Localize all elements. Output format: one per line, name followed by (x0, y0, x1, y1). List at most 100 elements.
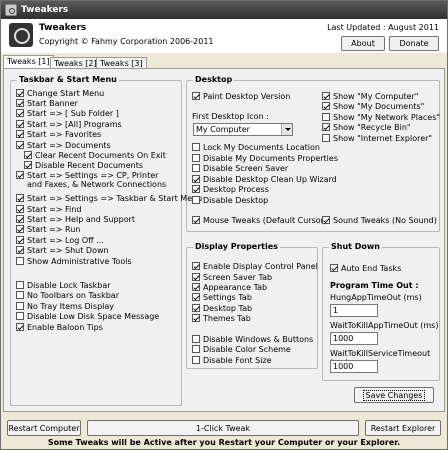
checkbox-box[interactable] (192, 185, 200, 193)
checkbox-box[interactable] (192, 345, 200, 353)
checkbox-box[interactable] (16, 225, 24, 233)
taskbar-item-checkbox[interactable]: Start Banner (16, 99, 78, 108)
taskbar-item-checkbox[interactable]: Start => Run (16, 225, 80, 234)
display-option-checkbox[interactable]: Disable Font Size (192, 356, 272, 365)
checkbox-box[interactable] (192, 283, 200, 291)
checkbox-box[interactable] (192, 164, 200, 172)
restart-explorer-button[interactable]: Restart Explorer (365, 420, 441, 436)
taskbar-item-checkbox[interactable]: Clear Recent Documents On Exit (24, 151, 166, 160)
sound-tweaks-checkbox[interactable]: Sound Tweaks (No Sound) (322, 216, 437, 225)
desktop-option-checkbox[interactable]: Lock My Documents Location (192, 143, 320, 152)
taskbar-item-checkbox[interactable]: Start => Log Off ... (16, 236, 104, 245)
paint-desktop-version-checkbox[interactable]: Paint Desktop Version (192, 92, 290, 101)
desktop-option-checkbox[interactable]: Disable Screen Saver (192, 164, 288, 173)
display-option-checkbox[interactable]: Disable Color Scheme (192, 345, 291, 354)
checkbox-box[interactable] (192, 335, 200, 343)
taskbar-item-checkbox[interactable]: Start => Find (16, 205, 81, 214)
restart-computer-button[interactable]: Restart Computer (7, 420, 81, 436)
checkbox-box[interactable] (192, 356, 200, 364)
title-bar[interactable]: Tweakers (1, 1, 447, 19)
checkbox-box[interactable] (192, 92, 200, 100)
desktop-icon-show-checkbox[interactable]: Show "My Documents" (322, 102, 424, 111)
wait-kill-app-timeout-input[interactable]: 1000 (330, 332, 378, 345)
taskbar-item-checkbox[interactable]: Show Administrative Tools (16, 257, 132, 266)
desktop-icon-show-checkbox[interactable]: Show "Recycle Bin" (322, 123, 411, 132)
wait-kill-service-timeout-input[interactable]: 1000 (330, 360, 378, 373)
checkbox-box[interactable] (192, 175, 200, 183)
taskbar-item-checkbox[interactable]: Start => Favorites (16, 130, 101, 139)
taskbar-item-checkbox[interactable]: Start => Settings => Taskbar & Start Men… (16, 194, 202, 203)
checkbox-box[interactable] (16, 257, 24, 265)
taskbar-item-checkbox[interactable]: No Tray Items Display (16, 302, 114, 311)
display-option-checkbox[interactable]: Appearance Tab (192, 283, 267, 292)
checkbox-box[interactable] (192, 196, 200, 204)
checkbox-box[interactable] (192, 154, 200, 162)
checkbox-box[interactable] (322, 134, 330, 142)
checkbox-box[interactable] (192, 314, 200, 322)
desktop-option-checkbox[interactable]: Disable Desktop (192, 196, 268, 205)
display-option-checkbox[interactable]: Disable Windows & Buttons (192, 335, 313, 344)
checkbox-box[interactable] (16, 99, 24, 107)
tab-tweaks-1[interactable]: Tweaks [1] (3, 55, 54, 69)
checkbox-box[interactable] (330, 264, 338, 272)
checkbox-box[interactable] (24, 151, 32, 159)
taskbar-item-checkbox[interactable]: Disable Lock Taskbar (16, 281, 111, 290)
taskbar-item-checkbox[interactable]: Start => Settings => CP, Printer and Fax… (16, 171, 172, 189)
checkbox-box[interactable] (16, 130, 24, 138)
display-option-checkbox[interactable]: Enable Display Control Panel (192, 262, 318, 271)
taskbar-item-checkbox[interactable]: Disable Low Disk Space Message (16, 312, 159, 321)
checkbox-box[interactable] (192, 143, 200, 151)
taskbar-item-checkbox[interactable]: Disable Recent Documents (24, 161, 143, 170)
checkbox-box[interactable] (16, 246, 24, 254)
checkbox-box[interactable] (322, 102, 330, 110)
checkbox-box[interactable] (192, 216, 200, 224)
checkbox-box[interactable] (16, 302, 24, 310)
desktop-option-checkbox[interactable]: Disable My Documents Properties (192, 154, 338, 163)
mouse-tweaks-checkbox[interactable]: Mouse Tweaks (Default Cursor) (192, 216, 327, 225)
first-desktop-icon-select[interactable]: My Computer (193, 123, 293, 136)
taskbar-item-checkbox[interactable]: Start => [All] Programs (16, 120, 122, 129)
checkbox-box[interactable] (16, 323, 24, 331)
hung-app-timeout-input[interactable]: 1 (330, 304, 378, 317)
checkbox-box[interactable] (16, 281, 24, 289)
save-changes-button[interactable]: Save Changes (354, 387, 434, 403)
checkbox-box[interactable] (322, 92, 330, 100)
chevron-down-icon[interactable] (281, 124, 292, 135)
display-option-checkbox[interactable]: Screen Saver Tab (192, 273, 272, 282)
taskbar-item-checkbox[interactable]: Change Start Menu (16, 89, 104, 98)
checkbox-box[interactable] (16, 171, 24, 179)
checkbox-box[interactable] (16, 141, 24, 149)
desktop-icon-show-checkbox[interactable]: Show "My Network Places" (322, 113, 440, 122)
checkbox-box[interactable] (16, 205, 24, 213)
auto-end-tasks-checkbox[interactable]: Auto End Tasks (330, 264, 401, 273)
one-click-tweak-button[interactable]: 1-Click Tweak (87, 420, 359, 436)
taskbar-item-checkbox[interactable]: Enable Baloon Tips (16, 323, 103, 332)
checkbox-box[interactable] (192, 262, 200, 270)
taskbar-item-checkbox[interactable]: No Toolbars on Taskbar (16, 291, 119, 300)
taskbar-item-checkbox[interactable]: Start => Documents (16, 141, 111, 150)
checkbox-box[interactable] (322, 216, 330, 224)
checkbox-box[interactable] (16, 312, 24, 320)
checkbox-box[interactable] (16, 89, 24, 97)
display-option-checkbox[interactable]: Themes Tab (192, 314, 251, 323)
checkbox-box[interactable] (192, 273, 200, 281)
checkbox-box[interactable] (16, 215, 24, 223)
desktop-icon-show-checkbox[interactable]: Show "Internet Explorer" (322, 134, 432, 143)
desktop-option-checkbox[interactable]: Desktop Process (192, 185, 269, 194)
display-option-checkbox[interactable]: Settings Tab (192, 293, 252, 302)
checkbox-box[interactable] (16, 236, 24, 244)
desktop-icon-show-checkbox[interactable]: Show "My Computer" (322, 92, 418, 101)
checkbox-box[interactable] (16, 120, 24, 128)
checkbox-box[interactable] (16, 194, 24, 202)
taskbar-item-checkbox[interactable]: Start => Help and Support (16, 215, 135, 224)
desktop-option-checkbox[interactable]: Disable Desktop Clean Up Wizard (192, 175, 337, 184)
checkbox-box[interactable] (192, 304, 200, 312)
checkbox-box[interactable] (16, 291, 24, 299)
taskbar-item-checkbox[interactable]: Start => [ Sub Folder ] (16, 109, 119, 118)
checkbox-box[interactable] (24, 161, 32, 169)
display-option-checkbox[interactable]: Desktop Tab (192, 304, 252, 313)
taskbar-item-checkbox[interactable]: Start => Shut Down (16, 246, 109, 255)
checkbox-box[interactable] (322, 113, 330, 121)
checkbox-box[interactable] (16, 109, 24, 117)
about-button[interactable]: About (341, 36, 385, 51)
